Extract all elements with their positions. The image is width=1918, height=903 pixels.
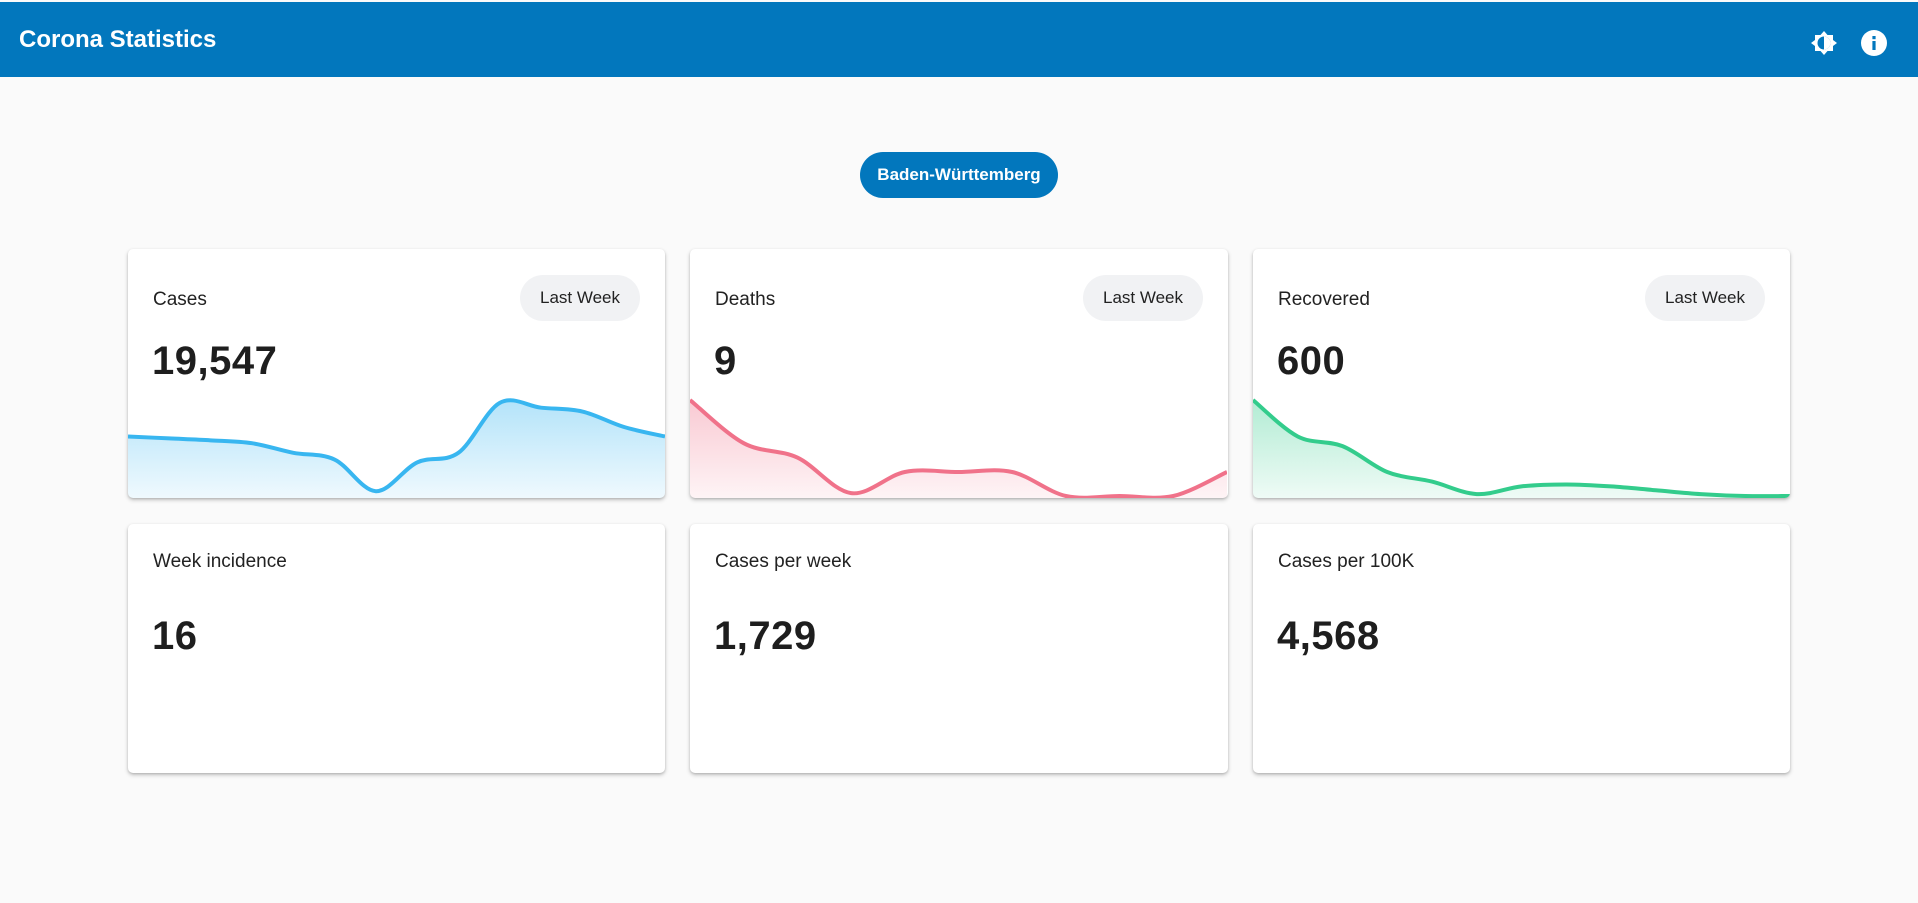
deaths-trend-chart: [690, 398, 1227, 498]
card-value: 600: [1277, 339, 1346, 383]
region-selector-button[interactable]: Baden-Württemberg: [860, 152, 1058, 198]
brightness-icon[interactable]: [1810, 29, 1838, 57]
deaths-card: Deaths Last Week 9: [690, 249, 1228, 498]
card-value: 19,547: [152, 339, 278, 383]
week-incidence-card: Week incidence 16: [128, 524, 665, 773]
app-bar: Corona Statistics: [0, 2, 1918, 77]
card-value: 1,729: [714, 614, 817, 658]
cases-trend-chart: [128, 398, 665, 498]
cases-per-week-card: Cases per week 1,729: [690, 524, 1228, 773]
card-value: 9: [714, 339, 737, 383]
trend-area: [128, 400, 665, 498]
cases-per-100k-card: Cases per 100K 4,568: [1253, 524, 1790, 773]
time-range-button[interactable]: Last Week: [520, 275, 640, 321]
cases-card: Cases Last Week 19,547: [128, 249, 665, 498]
time-range-button[interactable]: Last Week: [1645, 275, 1765, 321]
card-title: Cases per 100K: [1278, 551, 1415, 572]
card-value: 16: [152, 614, 198, 658]
recovered-card: Recovered Last Week 600: [1253, 249, 1790, 498]
card-title: Cases: [153, 289, 207, 310]
info-icon[interactable]: [1860, 29, 1888, 57]
card-title: Cases per week: [715, 551, 852, 572]
card-title: Week incidence: [153, 551, 287, 572]
time-range-button[interactable]: Last Week: [1083, 275, 1203, 321]
trend-area: [1253, 400, 1790, 498]
app-title: Corona Statistics: [19, 26, 217, 53]
card-title: Recovered: [1278, 289, 1370, 310]
card-title: Deaths: [715, 289, 776, 310]
recovered-trend-chart: [1253, 398, 1790, 498]
card-value: 4,568: [1277, 614, 1380, 658]
